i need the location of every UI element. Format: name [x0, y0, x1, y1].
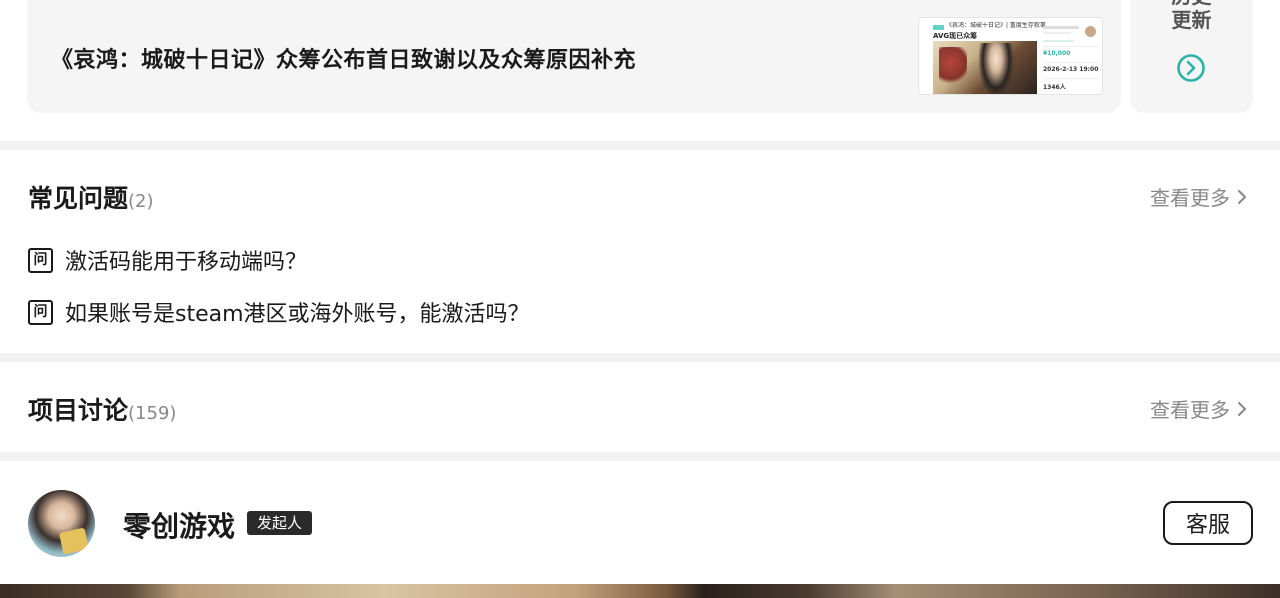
update-section: 《哀鸿：城破十日记》众筹公布首日致谢以及众筹原因补充 《哀鸿：城破十日记》| 重… [0, 0, 1280, 141]
faq-question-item[interactable]: 问 激活码能用于移动端吗？ [28, 244, 307, 276]
initiator-avatar[interactable] [28, 490, 95, 557]
initiator-section: 零创游戏 发起人 客服 [0, 461, 1280, 584]
question-icon: 问 [28, 299, 53, 325]
thumb-tag [933, 25, 944, 30]
faq-see-more-link[interactable]: 查看更多 [1150, 182, 1248, 211]
thumb-divider [1043, 62, 1099, 63]
faq-title: 常见问题(2) [28, 179, 154, 215]
thumb-divider [1043, 46, 1099, 47]
discussion-title-text: 项目讨论 [28, 396, 129, 425]
update-thumbnail[interactable]: 《哀鸿：城破十日记》| 重度生存叙事 AVG现已众筹 ¥10,000 2026-… [918, 17, 1103, 95]
thumb-info: ¥10,000 2026-2-13 19:00 1346人 [1043, 24, 1101, 94]
thumb-date: 2026-2-13 19:00 [1043, 66, 1099, 73]
faq-question-item[interactable]: 问 如果账号是steam港区或海外账号，能激活吗？ [28, 296, 530, 328]
discussion-see-more-link[interactable]: 查看更多 [1150, 394, 1248, 423]
thumb-people: 1346人 [1043, 84, 1066, 91]
chevron-right-icon [1238, 401, 1246, 416]
thumb-amount: ¥10,000 [1043, 50, 1071, 57]
question-icon: 问 [28, 247, 53, 273]
thumb-line [1043, 32, 1071, 34]
faq-section: 常见问题(2) 查看更多 问 激活码能用于移动端吗？ 问 如果账号是steam港… [0, 150, 1280, 353]
thumb-caption-secondary: AVG现已众筹 [933, 32, 978, 40]
discussion-section: 项目讨论(159) 查看更多 [0, 362, 1280, 452]
update-title[interactable]: 《哀鸿：城破十日记》众筹公布首日致谢以及众筹原因补充 [51, 42, 636, 74]
project-banner-image [0, 584, 1280, 598]
initiator-badge: 发起人 [247, 511, 313, 535]
thumb-divider [1043, 78, 1099, 79]
history-updates-button[interactable]: 历史 更新 [1130, 0, 1253, 113]
see-more-label: 查看更多 [1150, 186, 1230, 210]
faq-count: (2) [128, 191, 154, 212]
faq-question-text: 激活码能用于移动端吗？ [65, 250, 308, 275]
initiator-name[interactable]: 零创游戏 [123, 505, 235, 545]
chevron-right-icon [1238, 189, 1246, 204]
faq-title-text: 常见问题 [28, 184, 129, 213]
thumb-artwork [933, 41, 1037, 94]
history-label-line2: 更新 [1171, 8, 1212, 32]
latest-update-card[interactable]: 《哀鸿：城破十日记》众筹公布首日致谢以及众筹原因补充 《哀鸿：城破十日记》| 重… [27, 0, 1121, 113]
chevron-circle-right-icon [1177, 54, 1205, 82]
discussion-title: 项目讨论(159) [28, 391, 176, 427]
faq-question-text: 如果账号是steam港区或海外账号，能激活吗？ [65, 302, 530, 327]
customer-service-button[interactable]: 客服 [1163, 501, 1253, 545]
thumb-line [1043, 40, 1073, 42]
history-label-line1: 历史 [1130, 0, 1253, 8]
thumb-caption: 《哀鸿：城破十日记》| 重度生存叙事 [946, 22, 1046, 29]
see-more-label: 查看更多 [1150, 398, 1230, 422]
discussion-count: (159) [128, 403, 177, 424]
thumb-line [1043, 26, 1079, 29]
thumb-avatar [1085, 26, 1096, 37]
